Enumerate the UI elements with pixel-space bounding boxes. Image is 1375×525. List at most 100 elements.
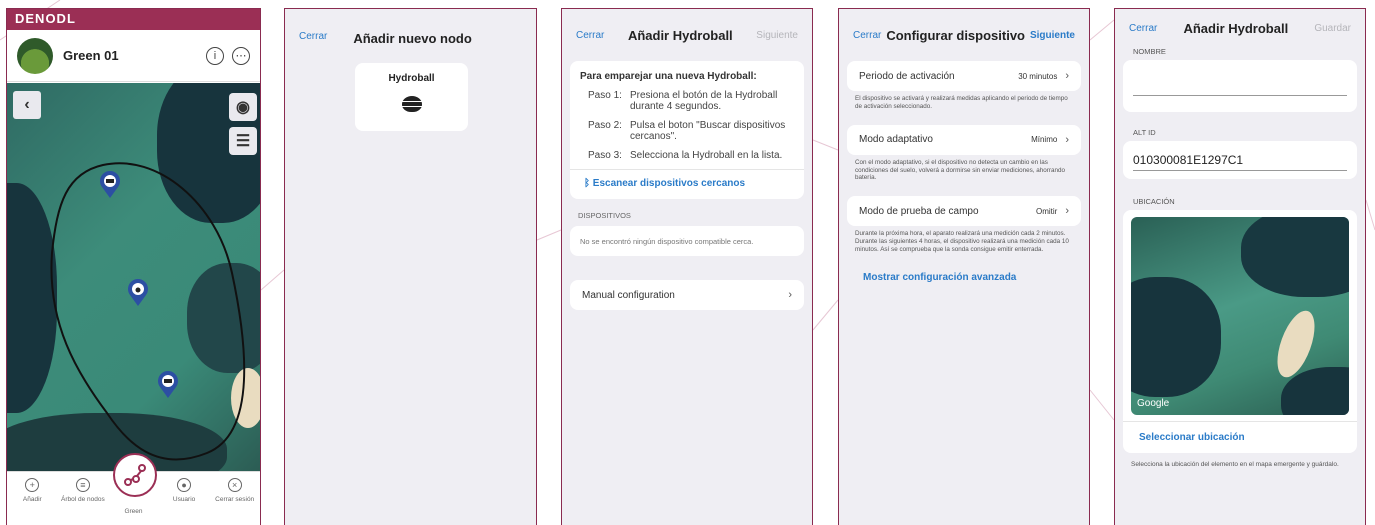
page-title: Añadir Hydroball [1183,20,1289,36]
info-icon[interactable]: i [206,46,224,65]
step-key: Paso 1: [588,90,622,101]
tab-label: Árbol de nodos [61,496,105,503]
nav-header: Cerrar Configurar dispositivo Siguiente [839,9,1089,61]
green-header: Green 01 i ⋯ [7,30,260,82]
page-title: Añadir nuevo nodo [353,31,472,46]
golf-map[interactable]: ‹ ◉ ☰ [7,83,260,480]
scan-devices-button[interactable]: ᛒ Escanear dispositivos cercanos [570,169,804,189]
nav-header: Cerrar Añadir Hydroball Guardar [1115,9,1365,47]
step-3: Paso 3: Selecciona la Hydroball en la lis… [588,150,794,161]
activation-period-help: El dispositivo se activará y realizará m… [855,95,1068,110]
list-icon: ≡ [75,478,90,492]
close-button[interactable]: Cerrar [853,30,881,41]
row-value: Omitir [1036,206,1058,216]
step-key: Paso 3: [588,150,622,161]
tab-node-tree[interactable]: ≡ Árbol de nodos [61,478,105,503]
locate-button[interactable]: ◉ [229,93,257,121]
field-test-mode-row[interactable]: Modo de prueba de campo Omitir › [847,196,1081,227]
chevron-right-icon: › [788,289,792,301]
name-card [1123,60,1357,112]
tab-label: Green [124,508,143,515]
activation-period-row[interactable]: Periodo de activación 30 minutos › [847,61,1081,91]
user-icon: ● [177,478,192,492]
tree-area [1241,217,1349,297]
no-devices-message: No se encontró ningún dispositivo compat… [570,226,804,256]
filter-button[interactable]: ☰ [229,127,257,155]
nav-header: Cerrar Añadir nuevo nodo [285,9,536,67]
step-text: Selecciona la Hydroball en la lista. [630,150,783,161]
hydroball-card[interactable]: Hydroball [355,63,468,131]
step-text: Pulsa el boton "Buscar dispositivos cerc… [630,120,786,142]
back-button[interactable]: ‹ [13,91,41,119]
chevron-right-icon: › [1065,70,1069,82]
row-label: Modo de prueba de campo [859,205,979,217]
green-title: Green 01 [63,48,119,63]
next-button[interactable]: Siguiente [756,30,798,41]
altid-card: 010300081E1297C1 [1123,141,1357,179]
hole-pin-icon[interactable] [127,279,149,307]
hydroball-icon [401,96,422,112]
close-icon: × [227,478,242,492]
close-button[interactable]: Cerrar [576,30,604,41]
brand-bar: DENODL [7,9,260,30]
tab-logout[interactable]: × Cerrar sesión [213,478,257,503]
location-label: UBICACIÓN [1133,197,1175,206]
row-label: Periodo de activación [859,70,955,82]
nav-header: Cerrar Añadir Hydroball Siguiente [562,9,812,61]
adaptive-mode-row[interactable]: Modo adaptativo Mínimo › [847,124,1081,155]
manual-configuration-row[interactable]: Manual configuration › [570,280,804,310]
step-2: Paso 2: Pulsa el boton "Buscar dispositiv… [588,120,794,142]
close-button[interactable]: Cerrar [1129,23,1157,34]
save-button[interactable]: Guardar [1314,23,1351,34]
screen-configure-device: Cerrar Configurar dispositivo Siguiente … [838,8,1090,525]
tab-label: Cerrar sesión [215,496,255,503]
select-location-button[interactable]: Seleccionar ubicación [1123,421,1357,443]
screen-add-node: Cerrar Añadir nuevo nodo Hydroball [284,8,537,525]
bluetooth-icon: ᛒ [584,178,590,189]
pairing-card: Para emparejar una nueva Hydroball: Paso… [570,61,804,199]
row-value: 30 minutos [1018,71,1058,81]
adaptive-mode-help: Con el modo adaptativo, si el dispositiv… [855,158,1066,182]
step-1: Paso 1: Presiona el botón de la Hydroball… [588,90,794,112]
screen-add-hydroball: Cerrar Añadir Hydroball Siguiente Para e… [561,8,813,525]
step-key: Paso 2: [588,120,622,131]
tab-label: Usuario [172,496,196,503]
next-button[interactable]: Siguiente [1030,30,1075,41]
green-graph-button[interactable] [113,453,157,497]
graph-icon [124,464,146,486]
row-label: Manual configuration [582,289,675,301]
altid-label: ALT ID [1133,128,1156,137]
chevron-right-icon: › [1065,205,1069,218]
google-logo: Google [1137,398,1170,409]
node-pin-icon[interactable] [157,371,179,399]
devices-section-label: DISPOSITIVOS [578,211,631,220]
page-title: Añadir Hydroball [627,27,733,43]
step-text: Presiona el botón de la Hydroball durant… [630,90,778,112]
location-map[interactable]: Google [1131,217,1349,415]
page-title: Configurar dispositivo [886,27,1025,43]
row-label: Modo adaptativo [859,134,933,146]
altid-input[interactable]: 010300081E1297C1 [1133,141,1347,171]
close-button[interactable]: Cerrar [299,31,327,42]
node-pin-icon[interactable] [99,171,121,199]
tab-user[interactable]: ● Usuario [162,478,206,503]
tab-label: Añadir [22,496,42,503]
screen-map: DENODL Green 01 i ⋯ ‹ ◉ ☰ + Añadir ≡ Árbol… [6,8,261,525]
green-avatar [17,37,53,74]
card-label: Hydroball [388,73,435,84]
field-test-mode-help: Durante la próxima hora, el aparato real… [855,230,1069,254]
name-label: NOMBRE [1133,47,1166,56]
name-input[interactable] [1133,66,1347,96]
plus-icon: + [25,478,40,492]
more-icon[interactable]: ⋯ [232,46,250,65]
screen-add-hydroball-location: Cerrar Añadir Hydroball Guardar NOMBRE A… [1114,8,1366,525]
tree-area [1131,277,1221,397]
tab-add[interactable]: + Añadir [10,478,54,503]
location-help: Selecciona la ubicación del elemento en … [1131,461,1339,468]
pairing-intro: Para emparejar una nueva Hydroball: [580,71,757,82]
chevron-right-icon: › [1065,133,1069,146]
row-value: Mínimo [1031,135,1058,145]
show-advanced-link[interactable]: Mostrar configuración avanzada [863,272,1065,283]
location-card: Google Seleccionar ubicación [1123,210,1357,453]
scan-label: Escanear dispositivos cercanos [592,178,746,189]
